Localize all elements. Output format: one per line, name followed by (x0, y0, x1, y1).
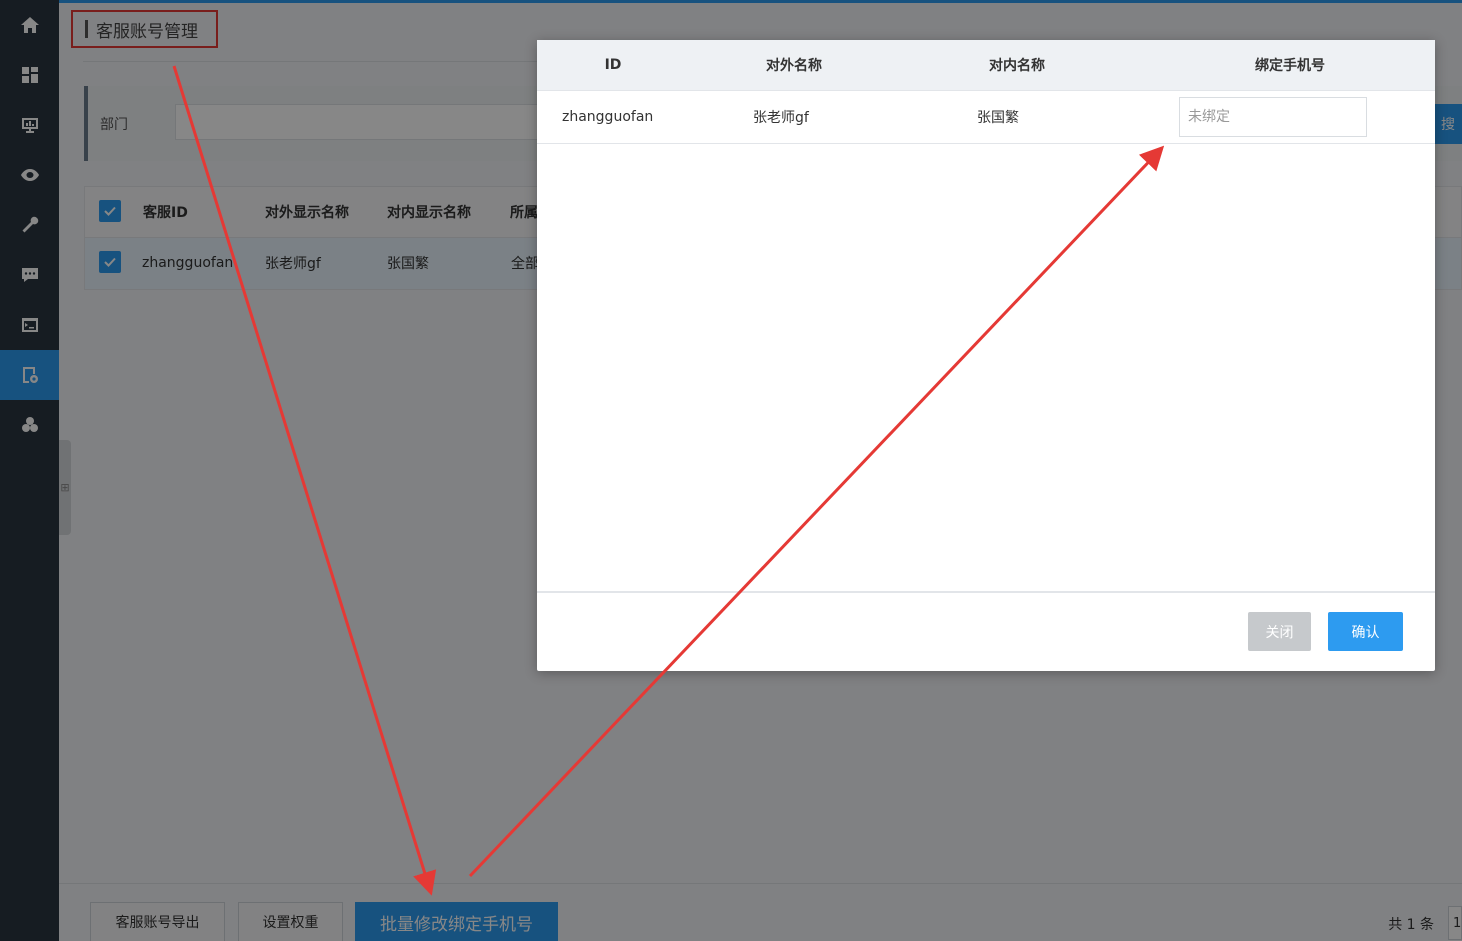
dialog-col-external: 对外名称 (766, 58, 822, 74)
dialog-col-id: ID (604, 57, 622, 73)
bind-phone-dialog: ID 对外名称 对内名称 绑定手机号 zhangguofan 张老师gf 张国繁… (537, 40, 1435, 671)
bind-phone-input[interactable] (1179, 97, 1367, 137)
dialog-col-internal: 对内名称 (989, 58, 1045, 74)
dialog-cell-external: 张老师gf (753, 110, 809, 126)
dialog-close-button[interactable]: 关闭 (1248, 612, 1311, 651)
dialog-col-phone: 绑定手机号 (1255, 58, 1325, 74)
dialog-cell-id: zhangguofan (562, 109, 654, 125)
dialog-footer-divider (537, 591, 1435, 593)
dialog-table-header: ID 对外名称 对内名称 绑定手机号 (537, 40, 1435, 91)
dialog-confirm-button[interactable]: 确认 (1328, 612, 1403, 651)
dialog-cell-internal: 张国繁 (977, 110, 1019, 126)
dialog-table-row: zhangguofan 张老师gf 张国繁 (537, 91, 1435, 144)
